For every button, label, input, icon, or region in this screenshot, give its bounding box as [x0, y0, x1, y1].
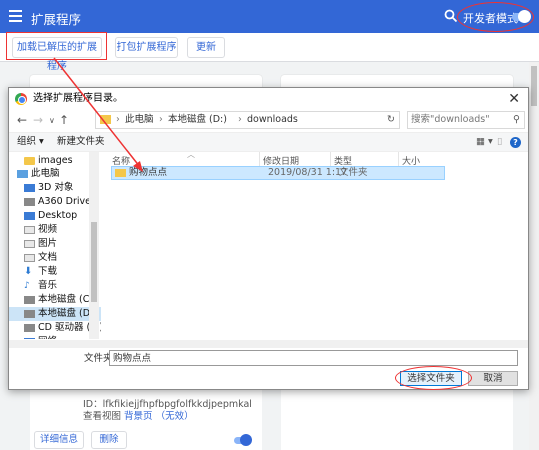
up-arrow-icon[interactable]: ↑ — [59, 113, 69, 127]
forward-arrow-icon[interactable]: → — [33, 113, 43, 127]
search-placeholder: 搜索"downloads" — [411, 114, 490, 125]
breadcrumb-sep: › — [116, 114, 120, 125]
sort-ascending-icon: ︿ — [187, 150, 195, 159]
drive-icon — [24, 198, 35, 206]
disk-icon — [24, 296, 35, 304]
highlight-ellipse-dev-mode — [457, 2, 534, 32]
file-row[interactable]: 购物点点 2019/08/31 1:17 文件夹 — [111, 166, 445, 180]
navigation-pane: images 此电脑 3D 对象 A360 Drive Desktop 视频 图… — [9, 152, 101, 339]
navigation-bar: ← → ∨ ↑ › 此电脑 › 本地磁盘 (D:) › downloads ↻ … — [9, 110, 528, 132]
help-icon[interactable]: ? — [510, 137, 521, 148]
nav-item-label: Desktop — [38, 210, 78, 221]
cd-drive-icon — [24, 324, 35, 332]
folder-icon — [24, 157, 35, 165]
nav-item-label: 本地磁盘 (C:) — [38, 294, 97, 305]
command-bar: 组织 ▾ 新建文件夹 ▦ ▾ ▯ ? — [9, 132, 528, 152]
disk-icon — [24, 310, 35, 318]
file-list: ︿ 名称 修改日期 类型 大小 购物点点 2019/08/31 1:17 文件夹 — [104, 150, 530, 339]
organize-button[interactable]: 组织 ▾ — [17, 133, 44, 151]
nav-item-label: A360 Drive — [38, 196, 91, 207]
desktop-icon — [24, 212, 35, 220]
page-title: 扩展程序 — [31, 12, 82, 27]
nav-item-label: 网络 — [38, 336, 57, 339]
download-icon: ⬇ — [24, 266, 33, 277]
extension-card — [281, 380, 513, 450]
inspect-views-label: 查看视图 — [83, 411, 122, 422]
nav-item-label: 3D 对象 — [38, 182, 74, 193]
search-icon[interactable] — [444, 9, 458, 23]
documents-icon — [24, 254, 35, 262]
search-icon: ⚲ — [513, 114, 520, 125]
network-icon — [24, 338, 35, 339]
refresh-icon[interactable]: ↻ — [387, 112, 395, 128]
nav-item-disk-d[interactable]: 本地磁盘 (D:) — [9, 307, 101, 321]
search-input[interactable]: 搜索"downloads" ⚲ — [407, 111, 525, 129]
navigation-pane-scrollbar[interactable] — [89, 152, 99, 339]
chrome-icon — [15, 93, 27, 105]
view-options-icon[interactable]: ▦ ▾ — [476, 133, 493, 151]
nav-item-music[interactable]: ♪ 音乐 — [9, 279, 101, 293]
nav-item-images[interactable]: images — [9, 154, 101, 168]
nav-item-label: 下载 — [38, 266, 58, 277]
pane-divider — [9, 340, 528, 348]
cancel-button[interactable]: 取消 — [468, 371, 518, 386]
menu-icon[interactable] — [9, 10, 22, 22]
nav-item-a360-drive[interactable]: A360 Drive — [9, 195, 101, 209]
background-page-link[interactable]: 背景页 — [124, 411, 153, 422]
update-button[interactable]: 更新 — [187, 37, 225, 58]
nav-item-documents[interactable]: 文档 — [9, 251, 101, 265]
highlight-ellipse-select-folder — [395, 366, 472, 390]
folder-icon — [100, 115, 111, 124]
details-button[interactable]: 详细信息 — [34, 431, 84, 449]
nav-item-label: 音乐 — [38, 280, 58, 291]
close-icon[interactable]: ✕ — [508, 91, 520, 107]
select-folder-dialog: 选择扩展程序目录。 ✕ ← → ∨ ↑ › 此电脑 › 本地磁盘 (D:) › … — [8, 87, 529, 390]
address-bar[interactable]: › 此电脑 › 本地磁盘 (D:) › downloads ↻ — [95, 111, 400, 129]
nav-item-label: 文档 — [38, 252, 58, 263]
nav-item-cd-drive[interactable]: CD 驱动器 (E:) — [9, 321, 101, 335]
music-icon: ♪ — [24, 281, 30, 291]
video-icon — [24, 226, 35, 234]
3d-objects-icon — [24, 184, 35, 192]
remove-button[interactable]: 删除 — [91, 431, 127, 449]
nav-item-3d-objects[interactable]: 3D 对象 — [9, 181, 101, 195]
back-arrow-icon[interactable]: ← — [17, 113, 27, 127]
breadcrumb-downloads[interactable]: downloads — [247, 112, 298, 128]
folder-icon — [115, 169, 126, 177]
dialog-title: 选择扩展程序目录。 — [33, 93, 123, 104]
breadcrumb-disk-d[interactable]: 本地磁盘 (D:) — [168, 112, 227, 128]
nav-item-desktop[interactable]: Desktop — [9, 209, 101, 223]
pack-extension-button[interactable]: 打包扩展程序 — [115, 37, 178, 58]
filename-input[interactable]: 购物点点 — [109, 350, 518, 366]
nav-item-network[interactable]: 网络 — [9, 335, 101, 339]
extension-enable-toggle[interactable] — [234, 434, 252, 446]
highlight-box-load-unpacked — [6, 32, 107, 60]
breadcrumb-sep: › — [238, 114, 242, 125]
new-folder-button[interactable]: 新建文件夹 — [57, 133, 105, 151]
file-type: 文件夹 — [339, 167, 368, 178]
nav-item-this-pc[interactable]: 此电脑 — [9, 167, 101, 181]
nav-item-videos[interactable]: 视频 — [9, 223, 101, 237]
dialog-title-bar: 选择扩展程序目录。 ✕ — [9, 88, 528, 110]
inactive-label: （无效） — [155, 411, 194, 422]
file-modified: 2019/08/31 1:17 — [268, 167, 348, 178]
preview-pane-icon[interactable]: ▯ — [497, 133, 502, 151]
nav-item-label: 图片 — [38, 238, 58, 249]
nav-item-downloads[interactable]: ⬇ 下载 — [9, 265, 101, 279]
breadcrumb-this-pc[interactable]: 此电脑 — [125, 112, 154, 128]
nav-item-disk-c[interactable]: 本地磁盘 (C:) — [9, 293, 101, 307]
page-scrollbar[interactable] — [529, 62, 539, 450]
recent-chevron-icon[interactable]: ∨ — [49, 116, 55, 125]
nav-item-pictures[interactable]: 图片 — [9, 237, 101, 251]
breadcrumb-sep: › — [159, 114, 163, 125]
inspect-views: 查看视图 背景页 （无效） — [83, 408, 194, 422]
pictures-icon — [24, 240, 35, 248]
nav-item-label: 此电脑 — [31, 168, 60, 179]
computer-icon — [17, 170, 28, 178]
file-name: 购物点点 — [129, 167, 168, 178]
nav-item-label: images — [38, 155, 73, 166]
nav-item-label: 视频 — [38, 224, 58, 235]
